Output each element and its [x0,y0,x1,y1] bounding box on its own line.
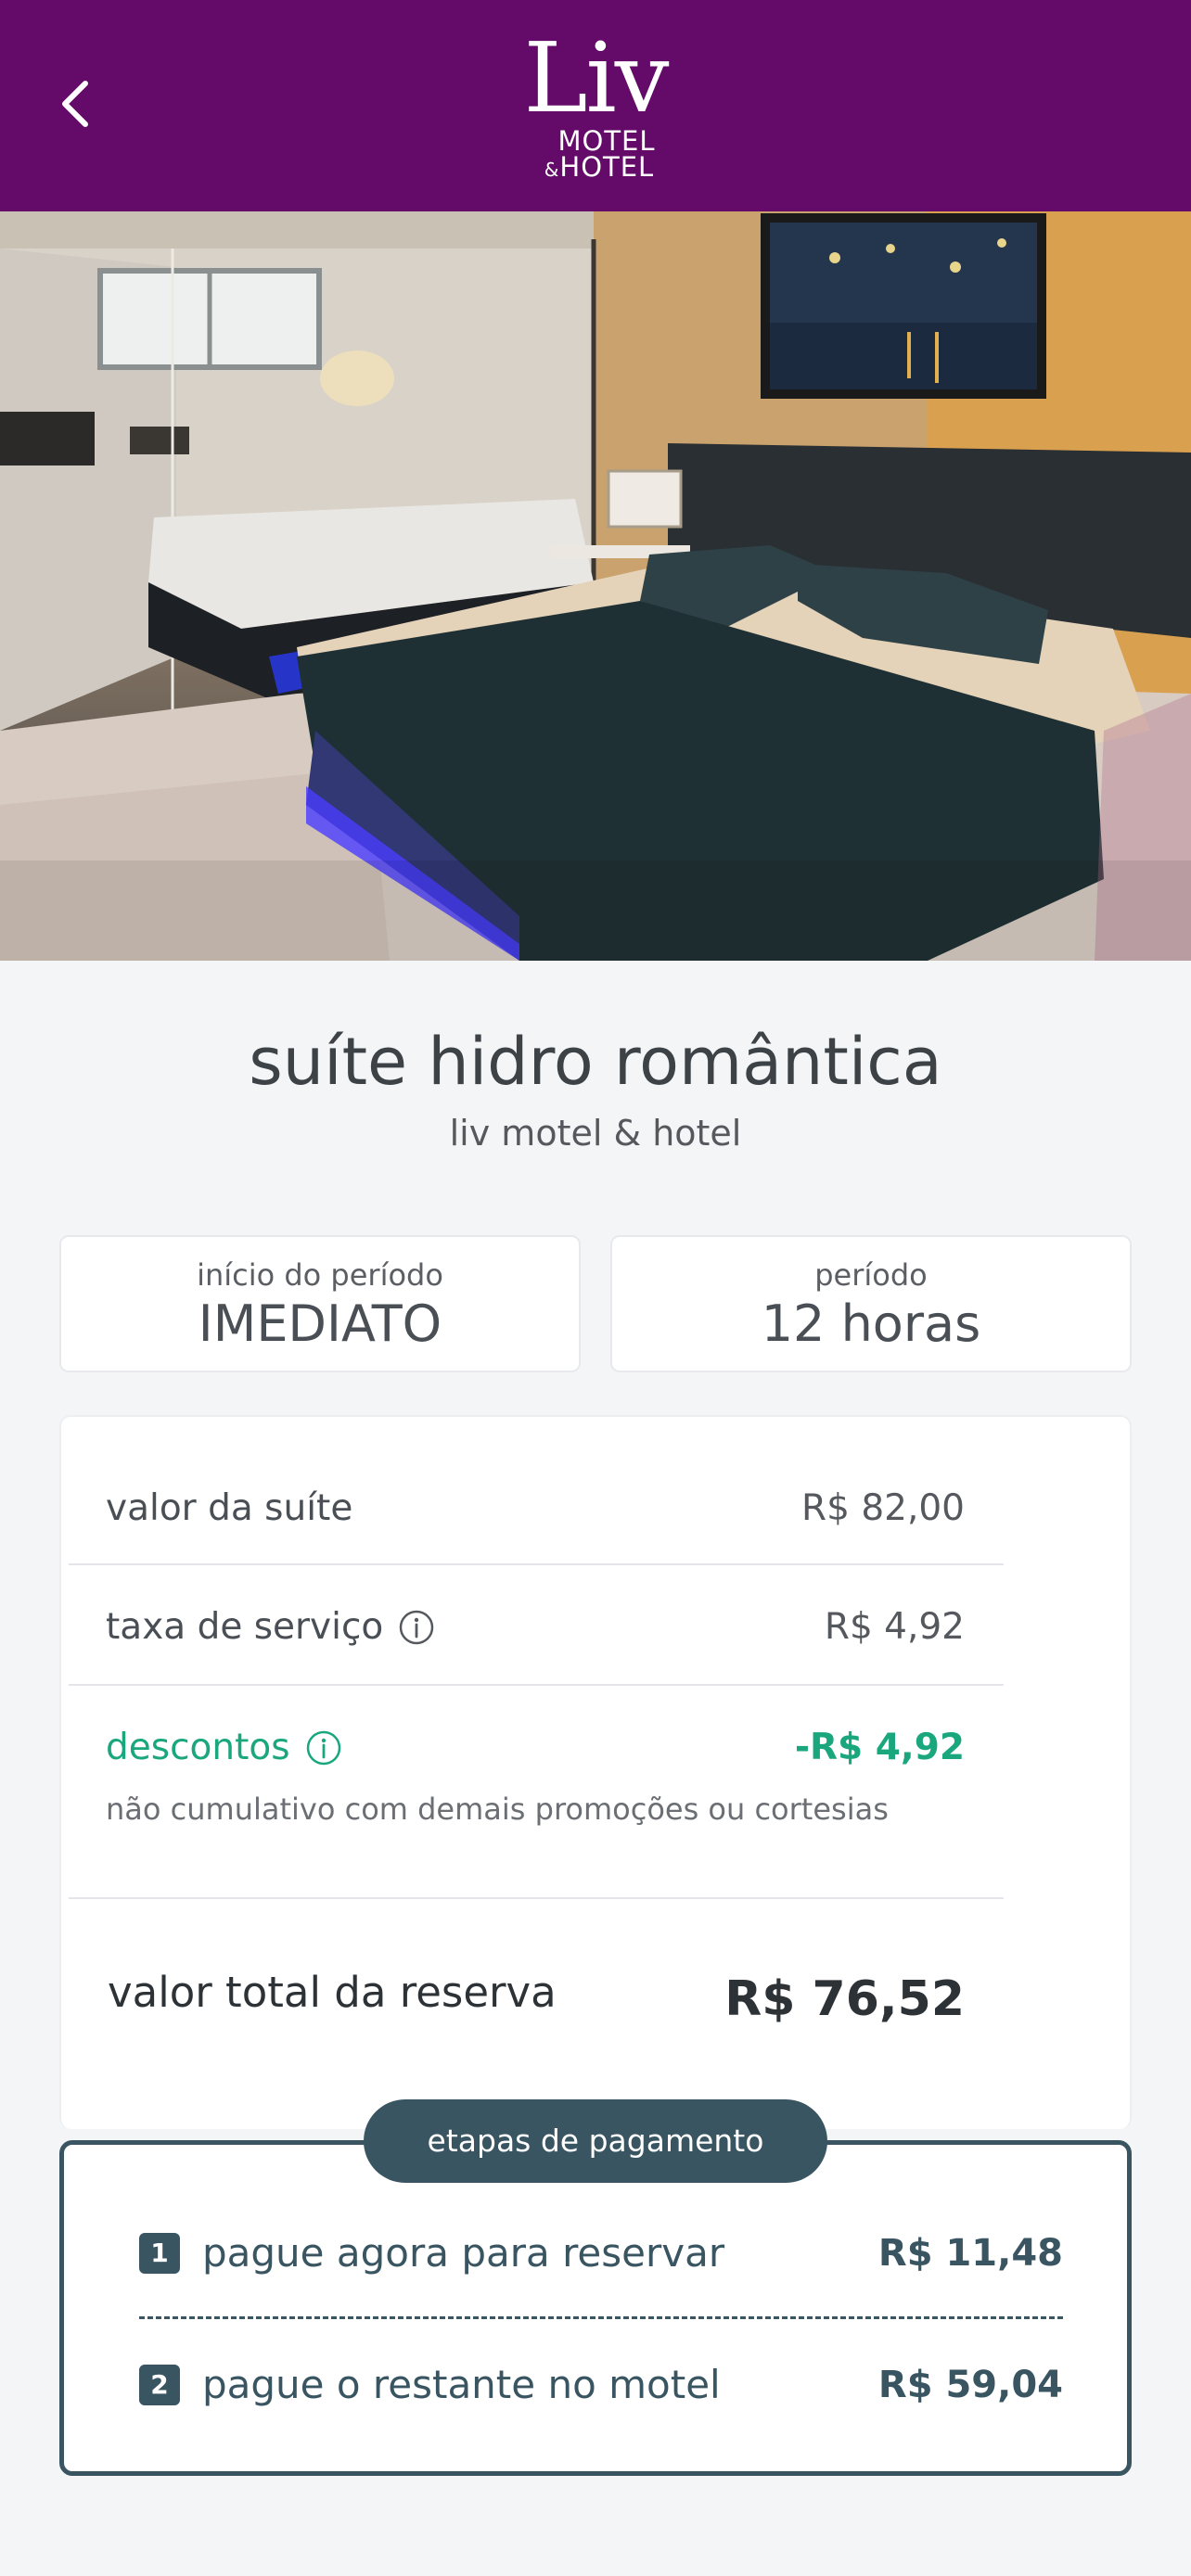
period-length-box[interactable]: período 12 horas [610,1235,1132,1372]
service-fee-label-group: taxa de serviço [106,1606,435,1648]
total-label: valor total da reserva [108,1968,557,2017]
divider [69,1563,1004,1565]
divider [69,1897,1004,1899]
service-fee-value: R$ 4,92 [824,1606,965,1648]
venue-name: liv motel & hotel [449,1113,742,1154]
app-header: Liv MOTEL &HOTEL [0,0,1191,211]
step-value: R$ 59,04 [877,2364,1063,2406]
step-value: R$ 11,48 [877,2232,1063,2275]
chevron-left-icon [62,81,88,127]
payment-steps-box [59,2140,1132,2476]
discount-label: descontos [106,1727,290,1768]
payment-step: 1 pague agora para reservar R$ 11,48 [139,2225,1063,2281]
period-length-value: 12 horas [761,1294,981,1353]
period-start-box[interactable]: início do período IMEDIATO [59,1235,581,1372]
period-start-label: início do período [197,1257,443,1293]
info-icon[interactable] [398,1609,435,1646]
period-start-value: IMEDIATO [198,1294,442,1353]
suite-photo [0,211,1191,961]
suite-price-label: valor da suíte [106,1487,353,1529]
logo-amp: & [544,159,560,181]
discount-value: -R$ 4,92 [794,1727,965,1768]
total-value: R$ 76,52 [724,1971,965,2027]
suite-name: suíte hidro romântica [249,1024,942,1100]
suite-photo-carousel[interactable] [0,211,1191,961]
step-label: pague agora para reservar [202,2230,725,2276]
payment-step: 2 pague o restante no motel R$ 59,04 [139,2357,1063,2413]
step-label: pague o restante no motel [202,2362,721,2407]
suite-price-value: R$ 82,00 [801,1487,965,1529]
logo-word: Liv [523,21,669,134]
discount-note: não cumulativo com demais promoções ou c… [106,1792,889,1827]
step-divider [139,2316,1063,2319]
brand-logo: Liv MOTEL &HOTEL [493,28,698,185]
service-fee-label: taxa de serviço [106,1606,384,1648]
discount-label-group: descontos [106,1727,342,1768]
logo-hotel-text: HOTEL [559,151,655,183]
info-icon[interactable] [305,1729,342,1766]
divider [69,1684,1004,1686]
step-number: 1 [139,2233,180,2274]
back-button[interactable] [54,76,98,132]
step-number: 2 [139,2365,180,2405]
logo-line-hotel: &HOTEL [501,154,698,183]
payment-steps-title: etapas de pagamento [364,2099,827,2183]
period-length-label: período [814,1257,928,1293]
